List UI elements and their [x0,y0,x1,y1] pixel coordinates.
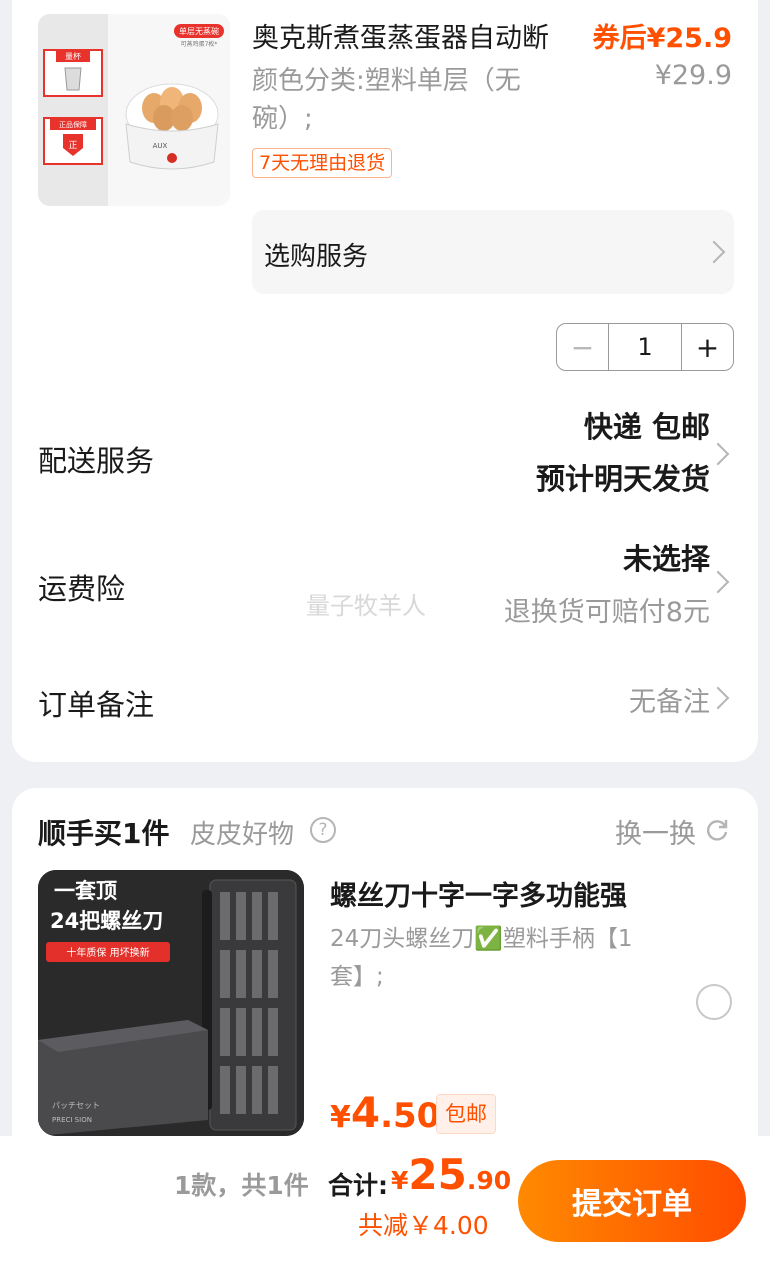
original-price: ¥29.9 [654,60,732,91]
addon-subtitle: 皮皮好物 [190,820,295,850]
svg-text:单层无蒸碗: 单层无蒸碗 [179,26,219,36]
help-icon[interactable]: ? [310,817,336,843]
chevron-right-icon [706,686,730,710]
swap-button[interactable]: 换一换 [615,812,696,851]
svg-text:AUX: AUX [153,142,168,150]
addon-select-radio[interactable] [696,984,732,1020]
addon-card: 顺手买1件 皮皮好物 ? 换一换 一套顶 24把螺丝刀 十年质保 用坏换新 パッ… [12,788,758,1148]
shipping-insurance-value: 未选择 [622,542,710,576]
submit-order-button[interactable]: 提交订单 [518,1160,746,1242]
decrease-quantity-button[interactable]: − [557,324,609,370]
svg-text:量杯: 量杯 [65,51,81,61]
delivery-label: 配送服务 [38,444,155,478]
optional-service-row[interactable]: 选购服务 [252,210,734,294]
chevron-right-icon [702,240,726,264]
return-policy-tag: 7天无理由退货 [252,148,393,178]
addon-title: 顺手买1件 [38,817,170,850]
discount-total[interactable]: 共减￥4.00 [358,1206,489,1242]
optional-service-label: 选购服务 [264,242,369,272]
quantity-stepper: − 1 + [556,323,734,371]
svg-text:24把螺丝刀: 24把螺丝刀 [50,909,163,933]
shipping-insurance-label: 运费险 [38,572,126,606]
addon-product-sku[interactable]: 24刀头螺丝刀✅塑料手柄【1套】; [330,920,650,996]
svg-text:パッチセット: パッチセット [52,1101,100,1110]
product-sku[interactable]: 颜色分类:塑料单层（无碗）; [252,62,572,138]
delivery-method: 快递 包邮 [583,410,710,444]
svg-text:十年质保 用坏换新: 十年质保 用坏换新 [66,946,149,959]
svg-text:PRECI SION: PRECI SION [52,1116,92,1124]
chevron-right-icon [706,570,730,594]
chevron-right-icon [706,442,730,466]
free-shipping-tag: 包邮 [436,1094,496,1134]
product-title[interactable]: 奥克斯煮蛋蒸蛋器自动断 [252,16,582,55]
total-label: 合计: [328,1171,388,1200]
delivery-estimate: 预计明天发货 [535,462,710,496]
shipping-insurance-note: 退换货可赔付8元 [503,597,710,628]
addon-product-title[interactable]: 螺丝刀十字一字多功能强 [330,874,627,913]
coupon-price: 券后¥25.9 [592,23,732,54]
svg-text:正品保障: 正品保障 [59,120,87,129]
quantity-value[interactable]: 1 [609,324,681,370]
screwdriver-set-image[interactable]: 一套顶 24把螺丝刀 十年质保 用坏换新 パッチセット PRECI SION [38,870,304,1136]
total-price: ¥25.90 [391,1150,512,1199]
watermark: 量子牧羊人 [306,592,426,620]
egg-cooker-image[interactable]: 单层无蒸碗 可蒸鸡蛋7枚* 量杯 正品保障 正 AUX [38,14,230,206]
item-count: 1款，共1件 [174,1171,309,1200]
order-note-value: 无备注 [629,687,710,718]
svg-text:可蒸鸡蛋7枚*: 可蒸鸡蛋7枚* [181,40,218,48]
order-note-label: 订单备注 [38,688,155,722]
svg-text:一套顶: 一套顶 [54,879,117,903]
order-card: 单层无蒸碗 可蒸鸡蛋7枚* 量杯 正品保障 正 AUX 奥克斯煮蛋蒸蛋器自动断 … [12,0,758,762]
refresh-icon[interactable] [704,817,730,843]
svg-text:正: 正 [68,141,77,151]
addon-price: ¥4.50 [330,1088,441,1137]
checkout-bar: 1款，共1件 合计: ¥25.90 共减￥4.00 提交订单 [0,1136,770,1268]
increase-quantity-button[interactable]: + [681,324,733,370]
